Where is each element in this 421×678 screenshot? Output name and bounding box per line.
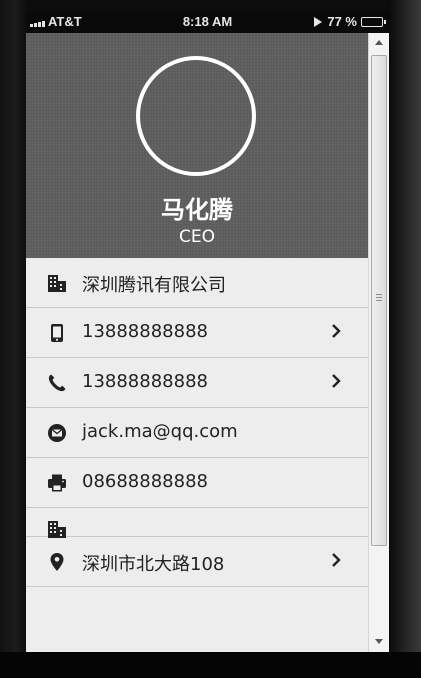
building-icon bbox=[48, 275, 66, 292]
app-screen: 马化腾 CEO 深圳腾讯有限公司 13888888888 13888888888… bbox=[26, 33, 389, 652]
office-row[interactable] bbox=[26, 508, 368, 538]
contact-details-list: 深圳腾讯有限公司 13888888888 13888888888 jack.ma… bbox=[26, 258, 368, 587]
chevron-right-icon[interactable] bbox=[330, 552, 342, 568]
profile-name: 马化腾 bbox=[161, 196, 233, 224]
scroll-up-arrow-icon[interactable] bbox=[375, 40, 383, 45]
mobile-number: 13888888888 bbox=[82, 321, 208, 342]
company-label: 深圳腾讯有限公司 bbox=[82, 275, 226, 296]
address-label: 深圳市北大路108 bbox=[82, 554, 225, 575]
chevron-right-icon[interactable] bbox=[330, 323, 342, 339]
mobile-row[interactable]: 13888888888 bbox=[26, 308, 368, 358]
phone-row[interactable]: 13888888888 bbox=[26, 358, 368, 408]
printer-icon bbox=[48, 474, 66, 492]
clock-label: 8:18 AM bbox=[182, 14, 233, 29]
battery-icon bbox=[361, 16, 386, 27]
device-bezel-bottom bbox=[0, 652, 421, 678]
fax-number: 08688888888 bbox=[82, 471, 208, 492]
status-bar: AT&T 8:18 AM 77 % bbox=[26, 12, 389, 33]
mobile-phone-icon bbox=[51, 324, 63, 342]
profile-title: CEO bbox=[179, 227, 215, 247]
building-icon bbox=[48, 521, 66, 538]
vertical-scrollbar[interactable] bbox=[368, 33, 389, 652]
phone-number: 13888888888 bbox=[82, 371, 208, 392]
device-bezel-left bbox=[0, 0, 26, 678]
scroll-down-arrow-icon[interactable] bbox=[375, 639, 383, 644]
email-address: jack.ma@qq.com bbox=[82, 421, 238, 442]
email-row[interactable]: jack.ma@qq.com bbox=[26, 408, 368, 458]
scrollbar-thumb[interactable] bbox=[371, 55, 387, 546]
scrollbar-grip-icon bbox=[376, 294, 382, 303]
battery-percent-label: 77 % bbox=[327, 14, 357, 29]
address-row[interactable]: 深圳市北大路108 bbox=[26, 537, 368, 587]
envelope-icon bbox=[48, 424, 66, 442]
phone-handset-icon bbox=[48, 374, 66, 392]
profile-header: 马化腾 CEO bbox=[26, 33, 368, 258]
chevron-right-icon[interactable] bbox=[330, 373, 342, 389]
fax-row[interactable]: 08688888888 bbox=[26, 458, 368, 508]
device-bezel-right bbox=[389, 0, 421, 678]
company-row[interactable]: 深圳腾讯有限公司 bbox=[26, 258, 368, 308]
map-pin-icon bbox=[50, 553, 64, 571]
avatar[interactable] bbox=[136, 56, 256, 176]
location-arrow-icon bbox=[314, 16, 323, 27]
